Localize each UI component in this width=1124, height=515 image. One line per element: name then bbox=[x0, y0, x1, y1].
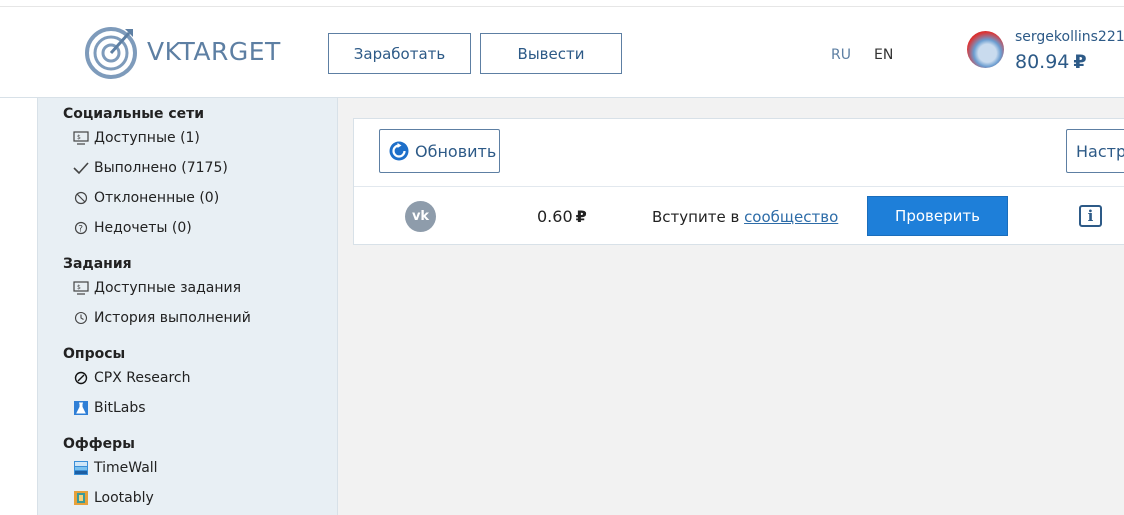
refresh-label: Обновить bbox=[415, 141, 497, 161]
vk-icon: vk bbox=[405, 201, 436, 232]
section-title-offers: Офферы bbox=[63, 436, 135, 452]
task-price-value: 0.60 bbox=[537, 207, 573, 226]
sidebar-item-timewall[interactable]: TimeWall bbox=[73, 458, 158, 478]
svg-text:$: $ bbox=[77, 284, 81, 291]
sidebar-item-done[interactable]: Выполнено (7175) bbox=[73, 158, 228, 178]
sidebar: Социальные сети $ Доступные (1) Выполнен… bbox=[38, 98, 338, 515]
lang-en-link[interactable]: EN bbox=[874, 47, 893, 63]
blocked-icon bbox=[73, 190, 89, 206]
sidebar-item-flaws[interactable]: ? Недочеты (0) bbox=[73, 218, 192, 238]
community-link[interactable]: сообщество bbox=[744, 208, 838, 226]
sidebar-item-bitlabs[interactable]: BitLabs bbox=[73, 398, 146, 418]
sidebar-item-label: История выполнений bbox=[94, 310, 251, 326]
sidebar-item-label: Доступные (1) bbox=[94, 130, 200, 146]
balance-value: 80.94 bbox=[1015, 51, 1070, 73]
section-title-tasks: Задания bbox=[63, 256, 132, 272]
sidebar-gutter bbox=[0, 98, 38, 515]
timewall-icon bbox=[73, 460, 89, 476]
monitor-icon: $ bbox=[73, 130, 89, 146]
question-icon: ? bbox=[73, 220, 89, 236]
cpx-icon bbox=[73, 370, 89, 386]
settings-button[interactable]: Настройки bbox=[1066, 129, 1124, 173]
sidebar-item-available[interactable]: $ Доступные (1) bbox=[73, 128, 200, 148]
clock-icon bbox=[73, 310, 89, 326]
section-title-social: Социальные сети bbox=[63, 106, 205, 122]
task-text-prefix: Вступите в bbox=[652, 208, 745, 226]
refresh-icon bbox=[389, 141, 409, 161]
task-price-currency: ₽ bbox=[575, 207, 587, 226]
header: VKTARGET Заработать Вывести RU EN sergek… bbox=[0, 7, 1124, 98]
monitor-icon: $ bbox=[73, 280, 89, 296]
task-description: Вступите в сообщество bbox=[652, 208, 838, 226]
sidebar-item-available-tasks[interactable]: $ Доступные задания bbox=[73, 278, 241, 298]
check-icon bbox=[73, 160, 89, 176]
withdraw-button[interactable]: Вывести bbox=[480, 33, 622, 74]
tasks-panel: Обновить Настройки vk 0.60₽ Вступите в с… bbox=[353, 118, 1124, 245]
svg-text:$: $ bbox=[77, 134, 81, 141]
section-title-surveys: Опросы bbox=[63, 346, 126, 362]
sidebar-item-label: Недочеты (0) bbox=[94, 220, 192, 236]
sidebar-item-label: Выполнено (7175) bbox=[94, 160, 228, 176]
sidebar-item-label: CPX Research bbox=[94, 370, 191, 386]
refresh-button[interactable]: Обновить bbox=[379, 129, 500, 173]
avatar[interactable] bbox=[967, 31, 1004, 68]
earn-button[interactable]: Заработать bbox=[328, 33, 471, 74]
info-icon[interactable]: i bbox=[1079, 205, 1102, 227]
panel-divider bbox=[354, 186, 1124, 187]
balance-currency: ₽ bbox=[1073, 51, 1087, 73]
sidebar-item-rejected[interactable]: Отклоненные (0) bbox=[73, 188, 219, 208]
settings-label: Настройки bbox=[1076, 141, 1124, 161]
sidebar-item-cpx[interactable]: CPX Research bbox=[73, 368, 190, 388]
sidebar-item-label: BitLabs bbox=[94, 400, 146, 416]
task-price: 0.60 ₽ bbox=[537, 207, 587, 226]
sidebar-item-history[interactable]: История выполнений bbox=[73, 308, 251, 328]
logo-text: VKTARGET bbox=[147, 36, 281, 66]
sidebar-item-label: Отклоненные (0) bbox=[94, 190, 220, 206]
check-button[interactable]: Проверить bbox=[867, 196, 1008, 236]
sidebar-item-label: Lootably bbox=[94, 490, 154, 506]
lang-ru-link[interactable]: RU bbox=[831, 47, 851, 63]
target-logo-icon bbox=[85, 27, 137, 79]
username[interactable]: sergekollins2211 bbox=[1015, 29, 1124, 45]
sidebar-item-lootably[interactable]: Lootably bbox=[73, 488, 154, 508]
sidebar-item-label: TimeWall bbox=[94, 460, 158, 476]
logo[interactable]: VKTARGET bbox=[85, 23, 281, 79]
sidebar-item-label: Доступные задания bbox=[94, 280, 242, 296]
flask-icon bbox=[73, 400, 89, 416]
top-strip bbox=[0, 0, 1124, 7]
svg-text:?: ? bbox=[78, 225, 83, 235]
balance: 80.94 ₽ bbox=[1015, 51, 1087, 73]
lootably-icon bbox=[73, 490, 89, 506]
